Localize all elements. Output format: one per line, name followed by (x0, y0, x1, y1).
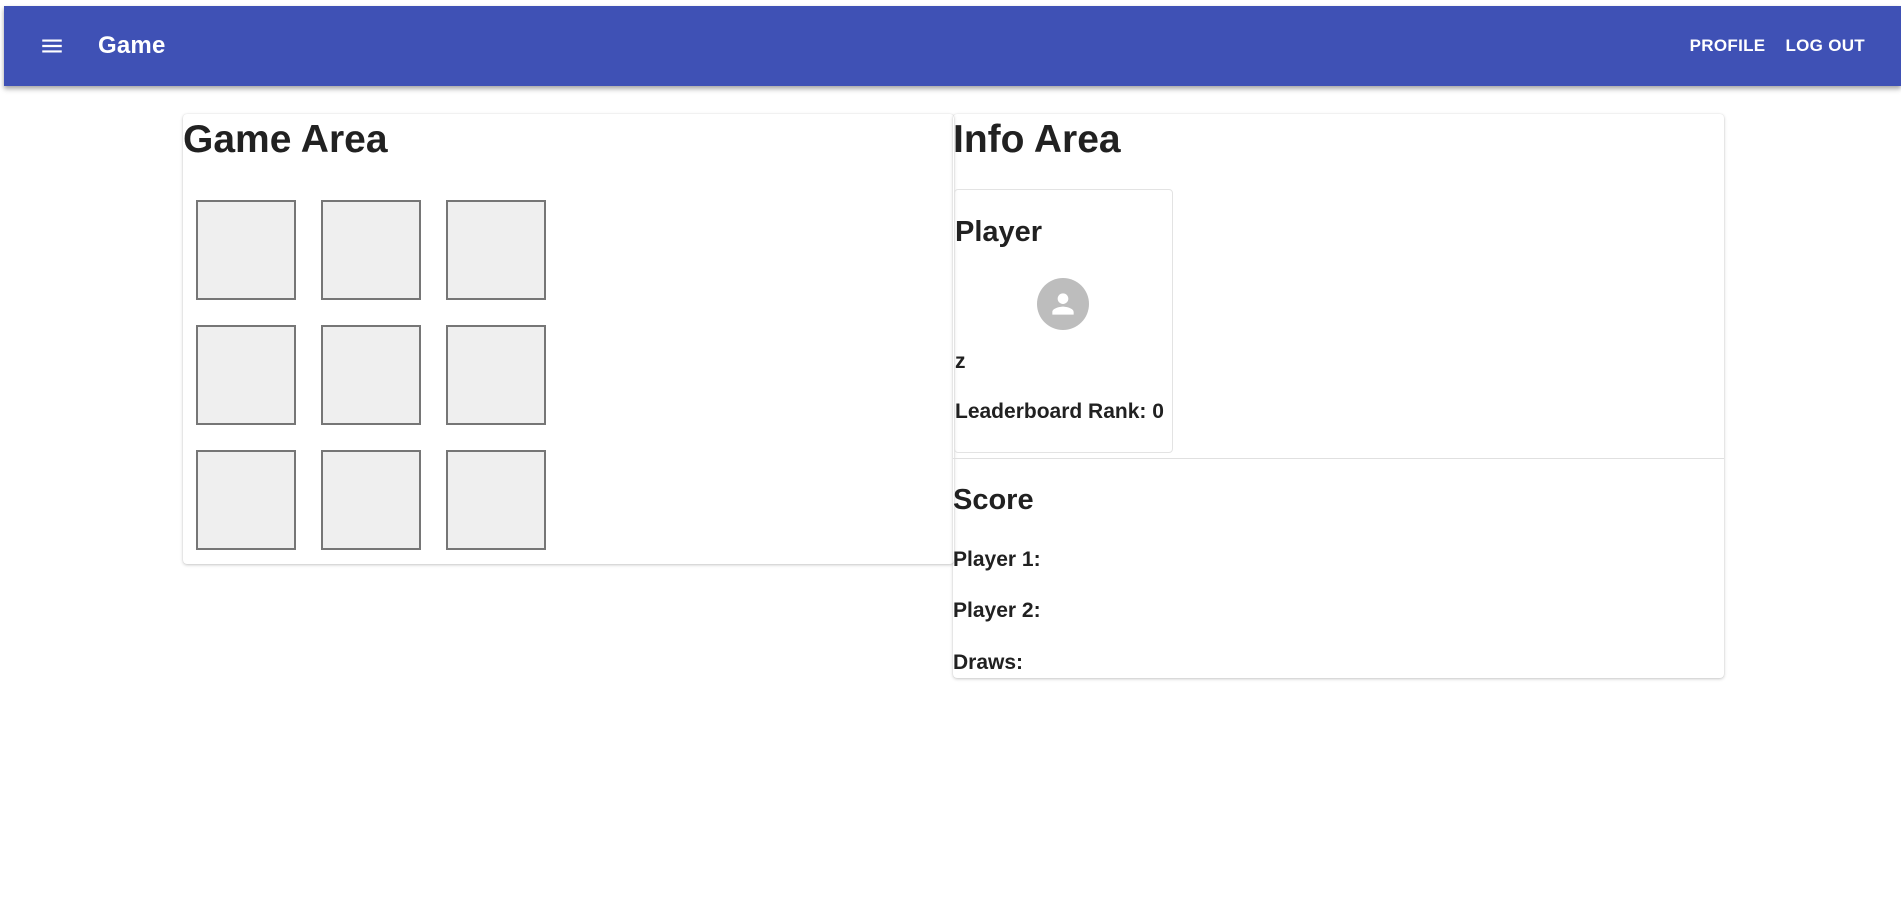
board-cell-3[interactable] (446, 200, 546, 300)
game-area-panel: Game Area (183, 114, 954, 564)
player-heading: Player (955, 216, 1043, 248)
board-cell-6[interactable] (446, 325, 546, 425)
board-cell-7[interactable] (196, 450, 296, 550)
section-divider (953, 458, 1724, 459)
info-area-title: Info Area (953, 118, 1121, 161)
player1-score: Player 1: (953, 548, 1041, 571)
app-title: Game (98, 32, 166, 59)
player-name: z (955, 350, 966, 373)
draws-score: Draws: (953, 651, 1024, 674)
leaderboard-rank: Leaderboard Rank: 0 (955, 400, 1164, 423)
board-cell-1[interactable] (196, 200, 296, 300)
score-heading: Score (953, 484, 1034, 516)
board-cell-9[interactable] (446, 450, 546, 550)
menu-icon (42, 39, 62, 53)
board-cell-2[interactable] (321, 200, 421, 300)
player2-score: Player 2: (953, 599, 1041, 622)
logout-button[interactable]: LOG OUT (1775, 28, 1875, 64)
board-cell-8[interactable] (321, 450, 421, 550)
board-cell-4[interactable] (196, 325, 296, 425)
game-board (196, 200, 546, 550)
player-card: Player z Leaderboard Rank: 0 (954, 189, 1173, 453)
info-area-panel: Info Area Player z Leaderboard Rank: 0 S… (953, 114, 1724, 678)
menu-button[interactable] (28, 22, 76, 70)
avatar (1037, 278, 1089, 330)
person-icon (1052, 293, 1074, 315)
game-area-title: Game Area (183, 118, 388, 161)
board-cell-5[interactable] (321, 325, 421, 425)
app-bar: Game PROFILE LOG OUT (4, 6, 1901, 86)
profile-button[interactable]: PROFILE (1680, 28, 1776, 64)
